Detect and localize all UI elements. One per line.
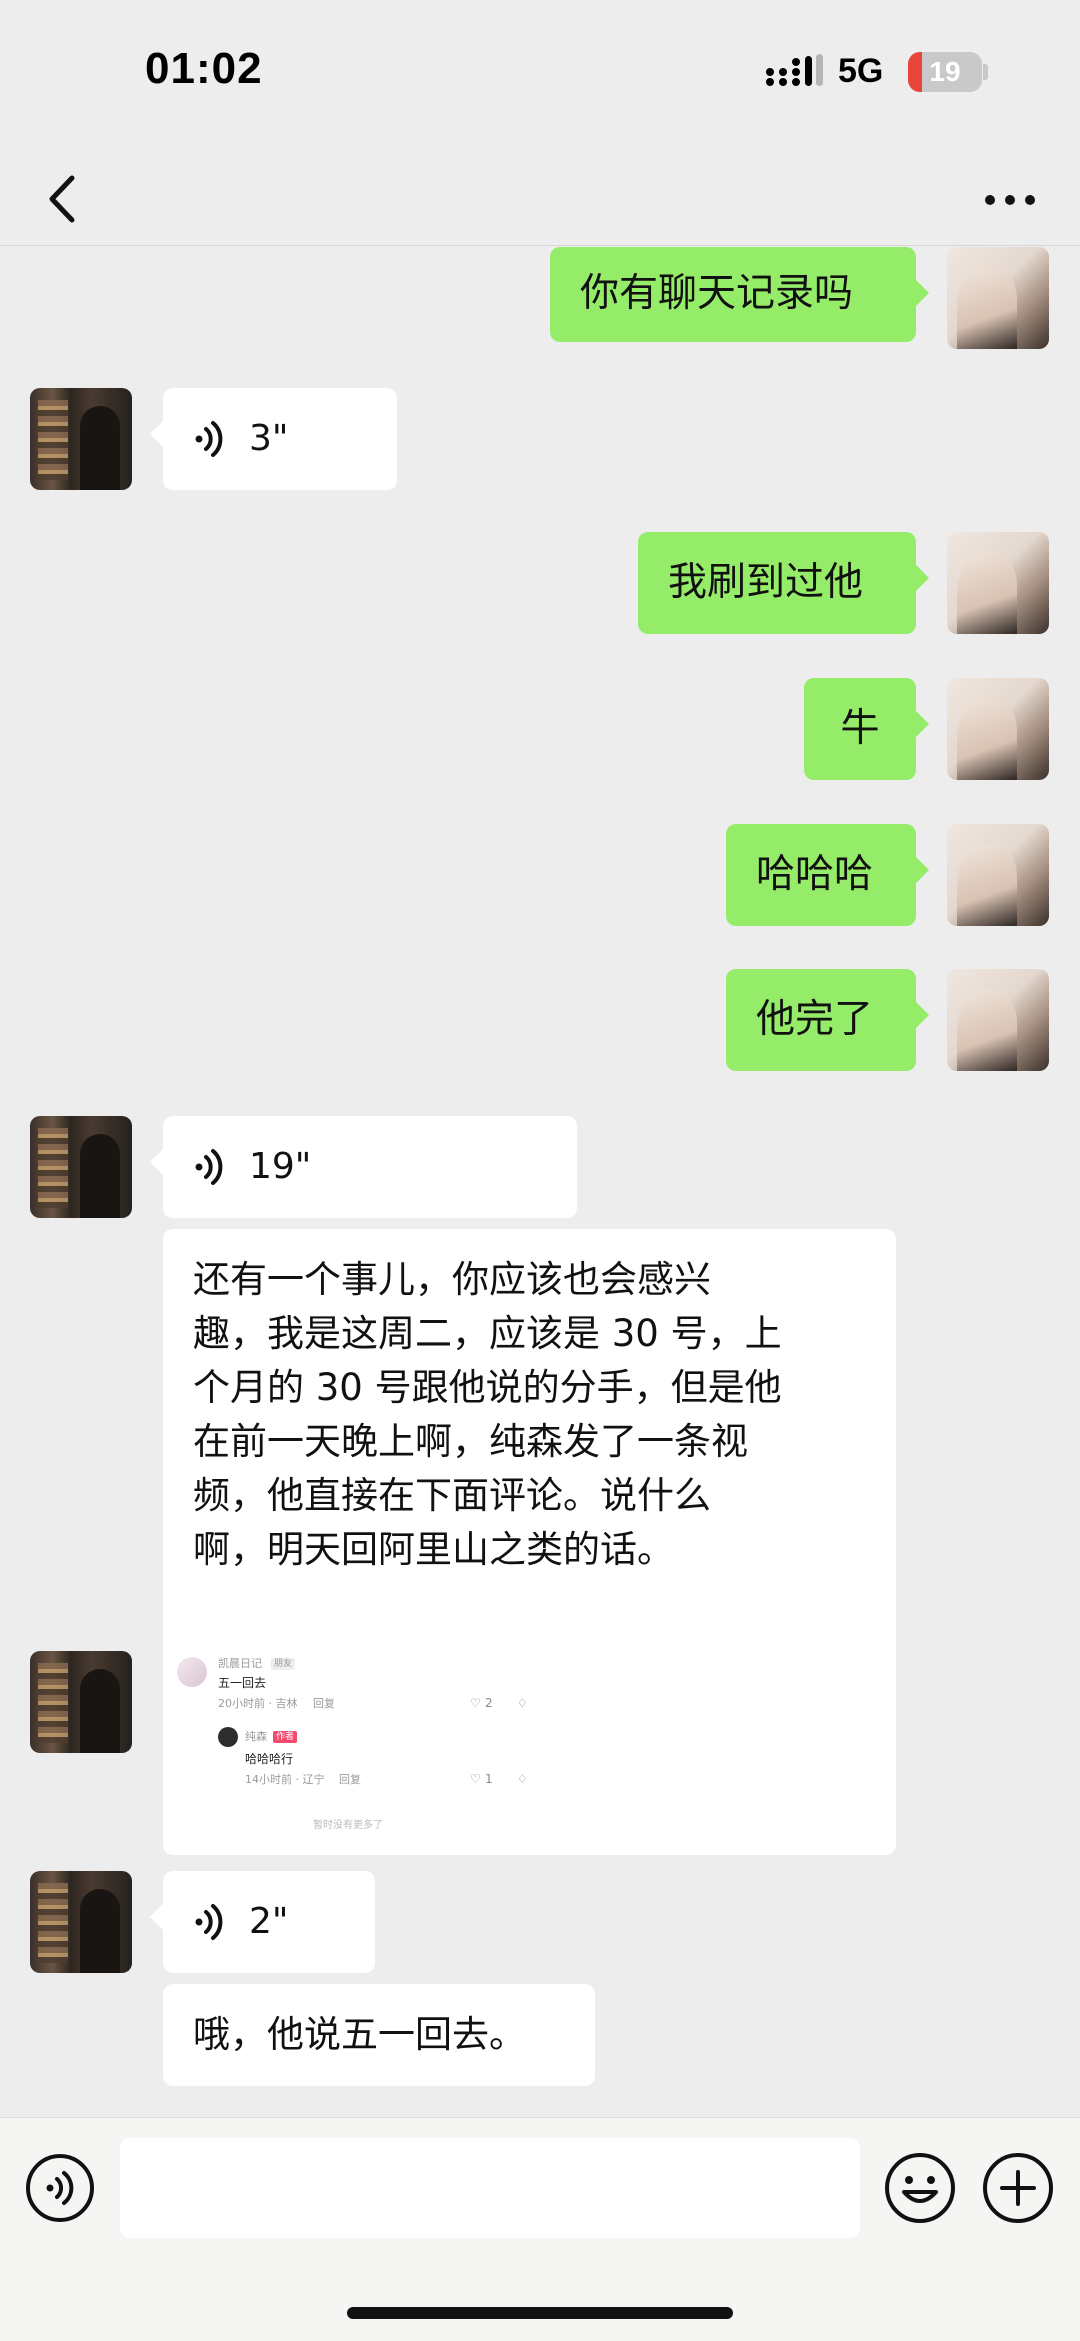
message-bubble-incoming[interactable]: 哦，他说五一回去。 [163,1984,595,2086]
comment-reply: 回复 [313,1697,335,1710]
voice-wave-icon [195,421,223,457]
battery-level: 19 [929,56,961,87]
shared-screenshot-image[interactable]: 凯晨日记 朋友 五一回去 20小时前 · 吉林 回复 ♡ 2 ♢ 纯森 作者 哈… [163,1651,552,1829]
message-text: 你有聊天记录吗 [580,271,854,316]
my-avatar[interactable] [947,678,1049,780]
voice-mode-icon [26,2154,94,2222]
nav-bar [0,150,1080,246]
network-label: 5G [838,52,884,90]
plus-icon [983,2153,1053,2223]
comment-badge: 朋友 [271,1658,296,1670]
voice-message-bubble[interactable]: 3" [150,388,397,490]
chevron-left-icon [49,175,75,223]
voice-wave-icon [195,1904,223,1940]
comment-avatar [177,1657,207,1687]
message-line: 在前一天晚上啊，纯森发了一条视 [193,1420,748,1463]
reply-avatar [218,1727,238,1747]
message-text: 牛 [840,706,880,751]
emoji-icon [885,2153,955,2223]
voice-duration: 19" [249,1146,312,1187]
my-avatar[interactable] [947,824,1049,926]
my-avatar[interactable] [947,969,1049,1071]
more-dots-icon [985,195,1035,205]
emoji-button[interactable] [882,2150,958,2226]
message-bubble-outgoing[interactable]: 他完了 [726,969,929,1071]
back-button[interactable] [30,164,100,234]
status-time: 01:02 [145,44,263,93]
message-line: 啊，明天回阿里山之类的话。 [193,1528,674,1571]
chat-list[interactable]: 你有聊天记录吗 3" 我刷到过他 牛 哈哈哈 他完了 19" 还有一个事儿，你应… [0,247,1080,2117]
battery-cap [983,64,988,80]
contact-avatar[interactable] [30,1116,132,1218]
contact-avatar[interactable] [30,388,132,490]
comment-meta: 20小时前 · 吉林 [218,1697,298,1710]
heart-icon: ♡ [470,1772,481,1786]
voice-message-bubble[interactable]: 2" [150,1871,375,1973]
reply-likes: 1 [485,1772,493,1786]
signal-icon [766,54,823,86]
message-text: 哦，他说五一回去。 [193,2013,526,2056]
voice-duration: 3" [249,418,289,459]
reply-text: 哈哈哈行 [245,1752,294,1766]
contact-avatar[interactable] [30,1651,132,1753]
list-end-text: 暂时没有更多了 [313,1820,383,1829]
more-button[interactable] [970,164,1050,234]
comment-user: 凯晨日记 [218,1657,262,1670]
comment-text: 五一回去 [218,1676,267,1690]
reply-user: 纯森 [245,1730,267,1743]
message-text: 我刷到过他 [668,560,864,605]
message-bubble-outgoing[interactable]: 你有聊天记录吗 [550,247,929,342]
voice-duration: 2" [249,1901,289,1942]
message-line: 还有一个事儿，你应该也会感兴 [193,1258,711,1301]
voice-mode-button[interactable] [24,2152,96,2224]
voice-wave-icon [195,1149,223,1185]
reply-meta: 14小时前 · 辽宁 [245,1773,325,1786]
status-bar: 01:02 5G 19 [0,0,1080,150]
my-avatar[interactable] [947,247,1049,349]
reply-badge: 作者 [273,1731,298,1743]
message-line: 频，他直接在下面评论。说什么 [193,1474,711,1517]
my-avatar[interactable] [947,532,1049,634]
plus-button[interactable] [980,2150,1056,2226]
dislike-icon: ♢ [517,1696,528,1710]
message-line: 趣，我是这周二，应该是 30 号，上 [193,1312,782,1355]
message-line: 个月的 30 号跟他说的分手，但是他 [193,1366,782,1409]
voice-message-bubble[interactable]: 19" [150,1116,577,1218]
comment-likes: 2 [485,1696,493,1710]
heart-icon: ♡ [470,1696,481,1710]
contact-avatar[interactable] [30,1871,132,1973]
message-bubble-outgoing[interactable]: 哈哈哈 [726,824,929,926]
message-input[interactable] [120,2138,860,2238]
message-text: 哈哈哈 [756,852,874,897]
battery-icon: 19 [908,52,982,92]
message-text: 他完了 [756,997,874,1042]
home-indicator[interactable] [347,2307,733,2319]
dislike-icon: ♢ [517,1772,528,1786]
message-bubble-outgoing[interactable]: 我刷到过他 [638,532,929,634]
message-bubble-outgoing[interactable]: 牛 [804,678,929,780]
reply-reply: 回复 [339,1773,361,1786]
